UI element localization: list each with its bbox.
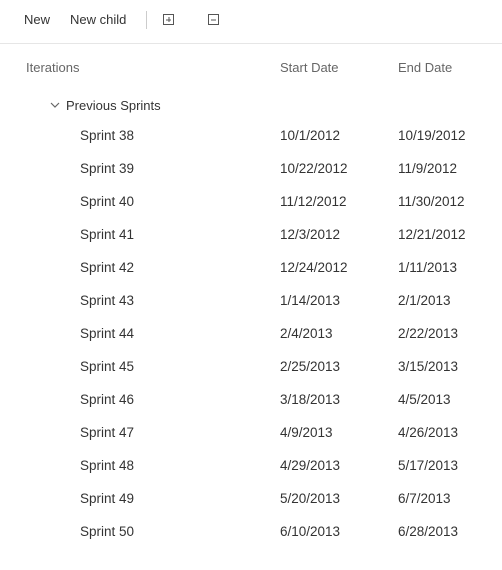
header-end-date[interactable]: End Date: [398, 60, 486, 75]
sprint-name: Sprint 39: [80, 161, 280, 176]
table-row[interactable]: Sprint 452/25/20133/15/2013: [0, 350, 502, 383]
column-headers: Iterations Start Date End Date: [0, 44, 502, 91]
sprint-name: Sprint 49: [80, 491, 280, 506]
expand-all-button[interactable]: [159, 10, 178, 29]
plus-box-icon: [163, 14, 174, 25]
table-row[interactable]: Sprint 463/18/20134/5/2013: [0, 383, 502, 416]
new-button[interactable]: New: [16, 8, 58, 31]
sprint-name: Sprint 40: [80, 194, 280, 209]
group-previous-sprints[interactable]: Previous Sprints: [0, 91, 502, 119]
sprint-name: Sprint 46: [80, 392, 280, 407]
new-child-button[interactable]: New child: [62, 8, 134, 31]
sprint-start-date: 12/24/2012: [280, 260, 398, 275]
sprint-end-date: 6/7/2013: [398, 491, 486, 506]
header-iterations[interactable]: Iterations: [26, 60, 280, 75]
sprint-start-date: 2/25/2013: [280, 359, 398, 374]
sprint-name: Sprint 43: [80, 293, 280, 308]
sprint-end-date: 11/9/2012: [398, 161, 486, 176]
sprint-name: Sprint 38: [80, 128, 280, 143]
sprints-list: Sprint 3810/1/201210/19/2012Sprint 3910/…: [0, 119, 502, 554]
sprint-end-date: 10/19/2012: [398, 128, 486, 143]
sprint-start-date: 12/3/2012: [280, 227, 398, 242]
sprint-start-date: 5/20/2013: [280, 491, 398, 506]
table-row[interactable]: Sprint 484/29/20135/17/2013: [0, 449, 502, 482]
toolbar-separator: [146, 11, 147, 29]
sprint-end-date: 12/21/2012: [398, 227, 486, 242]
sprint-end-date: 1/11/2013: [398, 260, 486, 275]
table-row[interactable]: Sprint 495/20/20136/7/2013: [0, 482, 502, 515]
table-row[interactable]: Sprint 431/14/20132/1/2013: [0, 284, 502, 317]
chevron-down-icon: [50, 98, 60, 113]
sprint-start-date: 2/4/2013: [280, 326, 398, 341]
sprint-name: Sprint 47: [80, 425, 280, 440]
sprint-end-date: 4/5/2013: [398, 392, 486, 407]
sprint-end-date: 11/30/2012: [398, 194, 486, 209]
sprint-start-date: 3/18/2013: [280, 392, 398, 407]
sprint-start-date: 1/14/2013: [280, 293, 398, 308]
sprint-name: Sprint 48: [80, 458, 280, 473]
sprint-start-date: 10/22/2012: [280, 161, 398, 176]
table-row[interactable]: Sprint 4011/12/201211/30/2012: [0, 185, 502, 218]
table-row[interactable]: Sprint 4212/24/20121/11/2013: [0, 251, 502, 284]
table-row[interactable]: Sprint 3810/1/201210/19/2012: [0, 119, 502, 152]
table-row[interactable]: Sprint 506/10/20136/28/2013: [0, 515, 502, 548]
sprint-end-date: 5/17/2013: [398, 458, 486, 473]
group-label: Previous Sprints: [66, 98, 161, 113]
sprint-start-date: 4/9/2013: [280, 425, 398, 440]
sprint-name: Sprint 50: [80, 524, 280, 539]
table-row[interactable]: Sprint 3910/22/201211/9/2012: [0, 152, 502, 185]
collapse-all-button[interactable]: [204, 10, 223, 29]
table-row[interactable]: Sprint 4112/3/201212/21/2012: [0, 218, 502, 251]
sprint-name: Sprint 41: [80, 227, 280, 242]
sprint-end-date: 2/1/2013: [398, 293, 486, 308]
table-row[interactable]: Sprint 442/4/20132/22/2013: [0, 317, 502, 350]
header-start-date[interactable]: Start Date: [280, 60, 398, 75]
sprint-end-date: 2/22/2013: [398, 326, 486, 341]
sprint-name: Sprint 42: [80, 260, 280, 275]
sprint-start-date: 11/12/2012: [280, 194, 398, 209]
sprint-start-date: 6/10/2013: [280, 524, 398, 539]
toolbar: New New child: [0, 0, 502, 43]
sprint-name: Sprint 45: [80, 359, 280, 374]
sprint-name: Sprint 44: [80, 326, 280, 341]
sprint-start-date: 10/1/2012: [280, 128, 398, 143]
sprint-end-date: 3/15/2013: [398, 359, 486, 374]
sprint-end-date: 4/26/2013: [398, 425, 486, 440]
sprint-end-date: 6/28/2013: [398, 524, 486, 539]
minus-box-icon: [208, 14, 219, 25]
table-row[interactable]: Sprint 474/9/20134/26/2013: [0, 416, 502, 449]
sprint-start-date: 4/29/2013: [280, 458, 398, 473]
